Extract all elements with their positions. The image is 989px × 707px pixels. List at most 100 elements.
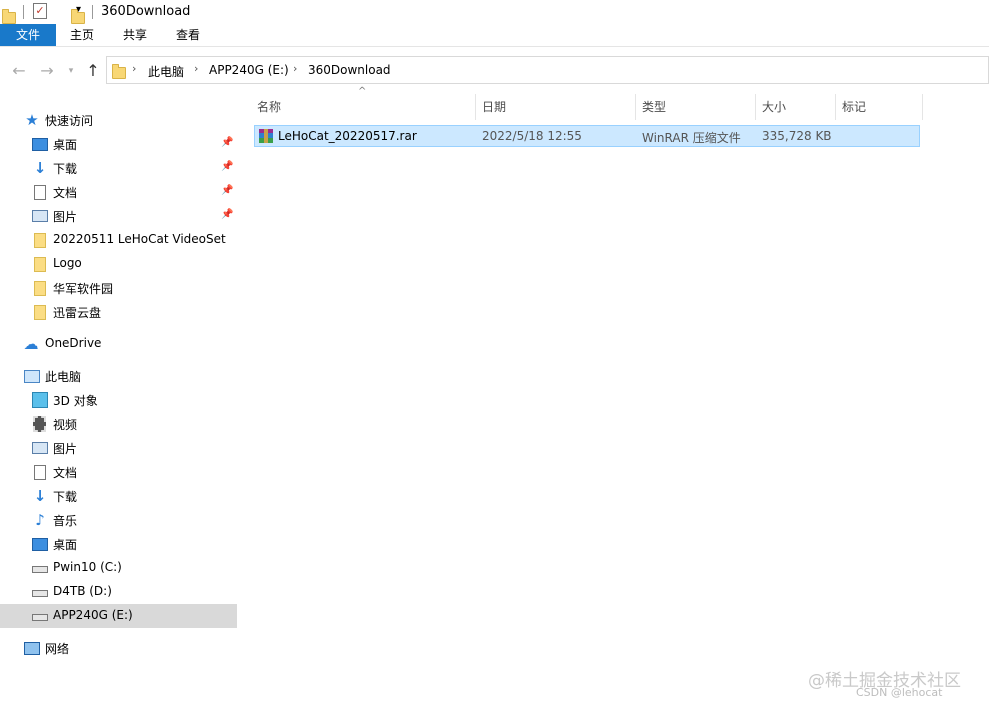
sidebar-item-label: 桌面 [53,538,78,552]
sidebar-item-pc-documents[interactable]: 文档 [0,460,237,484]
window-title: 360Download [101,4,191,19]
sidebar-item-documents[interactable]: 文档 📌 [0,180,237,204]
network-icon [24,642,40,655]
sidebar-item-this-pc[interactable]: 此电脑 [0,364,237,388]
sidebar-item-quick-access[interactable]: ★ 快速访问 [0,108,237,132]
sidebar-item-desktop[interactable]: 桌面 📌 [0,132,237,156]
sidebar-item-pc-desktop[interactable]: 桌面 [0,532,237,556]
sidebar-item-drive-c[interactable]: Pwin10 (C:) [0,556,237,580]
recent-locations-icon[interactable]: ▾ [61,61,81,81]
film-icon [33,416,46,432]
properties-icon[interactable]: ✓ [33,3,47,19]
column-header-type[interactable]: 类型 [642,94,755,120]
forward-button[interactable]: → [37,61,57,81]
address-bar[interactable]: › 此电脑 › APP240G (E:) › 360Download [106,56,989,84]
sidebar-item-drive-d[interactable]: D4TB (D:) [0,580,237,604]
sidebar-item-huajun[interactable]: 华军软件园 [0,276,237,300]
desktop-icon [32,138,48,151]
back-button[interactable]: ← [9,61,29,81]
ribbon-tabs: 文件 主页 共享 查看 [0,24,989,47]
chevron-right-icon: › [132,62,137,75]
file-size: 335,728 KB [762,129,832,143]
sidebar-item-pc-pictures[interactable]: 图片 [0,436,237,460]
column-header-name[interactable]: 名称 [257,94,475,120]
folder-icon [2,9,16,24]
column-divider[interactable] [475,94,476,120]
sidebar-item-label: Logo [53,256,82,270]
navigation-pane: ★ 快速访问 桌面 📌 ↓ 下载 📌 文档 📌 图片 📌 20220511 Le… [0,96,237,707]
winrar-archive-icon [259,129,273,143]
tab-home[interactable]: 主页 [62,24,102,46]
divider [92,5,93,19]
column-header-label: 日期 [482,100,507,114]
divider [23,5,24,19]
file-date: 2022/5/18 12:55 [482,129,582,143]
column-divider[interactable] [922,94,923,120]
sidebar-item-downloads[interactable]: ↓ 下载 📌 [0,156,237,180]
breadcrumb-drive-e[interactable]: APP240G (E:) [209,63,289,77]
column-header-date[interactable]: 日期 [482,94,635,120]
column-header-label: 大小 [762,100,787,114]
cube-icon [32,392,48,408]
sidebar-item-label: 图片 [53,210,78,224]
folder-icon [34,281,46,296]
folder-icon [34,257,46,272]
sidebar-item-label: 华军软件园 [53,282,114,296]
sidebar-item-label: 音乐 [53,514,78,528]
drive-icon [32,614,48,621]
watermark-csdn: CSDN @lehocat [856,686,943,699]
sidebar-item-onedrive[interactable]: ☁ OneDrive [0,332,237,356]
sidebar-item-label: D4TB (D:) [53,584,112,598]
star-icon: ★ [25,111,39,129]
file-row[interactable]: LeHoCat_20220517.rar 2022/5/18 12:55 Win… [254,125,920,147]
sidebar-item-network[interactable]: 网络 [0,636,237,660]
pin-icon: 📌 [221,209,234,220]
sidebar-item-xunlei[interactable]: 迅雷云盘 [0,300,237,324]
tab-view[interactable]: 查看 [168,24,208,46]
sidebar-item-label: APP240G (E:) [53,608,133,622]
title-bar: ✓ ▾ 360Download [0,0,989,24]
download-arrow-icon: ↓ [33,159,47,177]
pictures-icon [32,442,48,454]
up-button[interactable]: ↑ [83,61,103,81]
sidebar-item-pictures[interactable]: 图片 📌 [0,204,237,228]
sidebar-item-pc-downloads[interactable]: ↓ 下载 [0,484,237,508]
breadcrumb-360download[interactable]: 360Download [308,63,391,77]
navigation-row: ← → ▾ ↑ › 此电脑 › APP240G (E:) › 360Downlo… [0,56,989,86]
column-header-tags[interactable]: 标记 [842,94,922,120]
sidebar-item-label: 桌面 [53,138,78,152]
sidebar-item-drive-e[interactable]: APP240G (E:) [0,604,237,628]
sidebar-item-label: 下载 [53,162,78,176]
folder-icon [34,305,46,320]
sidebar-item-label: 此电脑 [45,370,82,384]
sidebar-item-logo[interactable]: Logo [0,252,237,276]
tab-share[interactable]: 共享 [115,24,155,46]
desktop-icon [32,538,48,551]
sidebar-item-music[interactable]: ♪ 音乐 [0,508,237,532]
sidebar-item-videos[interactable]: 视频 [0,412,237,436]
sidebar-item-label: 网络 [45,642,70,656]
column-header-label: 标记 [842,100,867,114]
column-divider[interactable] [835,94,836,120]
chevron-right-icon: › [293,62,298,75]
sidebar-item-label: 3D 对象 [53,394,98,408]
sidebar-item-label: 迅雷云盘 [53,306,102,320]
tab-file[interactable]: 文件 [0,24,56,46]
breadcrumb-this-pc[interactable]: 此电脑 [148,63,184,80]
pin-icon: 📌 [221,185,234,196]
folder-icon [34,233,46,248]
document-icon [34,185,46,200]
sidebar-item-3d-objects[interactable]: 3D 对象 [0,388,237,412]
column-header-size[interactable]: 大小 [762,94,835,120]
computer-icon [24,370,40,383]
column-divider[interactable] [755,94,756,120]
sidebar-item-label: 视频 [53,418,78,432]
document-icon [34,465,46,480]
download-arrow-icon: ↓ [33,487,47,505]
sidebar-item-label: 图片 [53,442,78,456]
column-divider[interactable] [635,94,636,120]
customize-toolbar-icon[interactable]: ▾ [76,4,81,15]
file-name: LeHoCat_20220517.rar [278,129,417,143]
folder-icon [112,64,126,79]
sidebar-item-videoset[interactable]: 20220511 LeHoCat VideoSet [0,228,237,252]
